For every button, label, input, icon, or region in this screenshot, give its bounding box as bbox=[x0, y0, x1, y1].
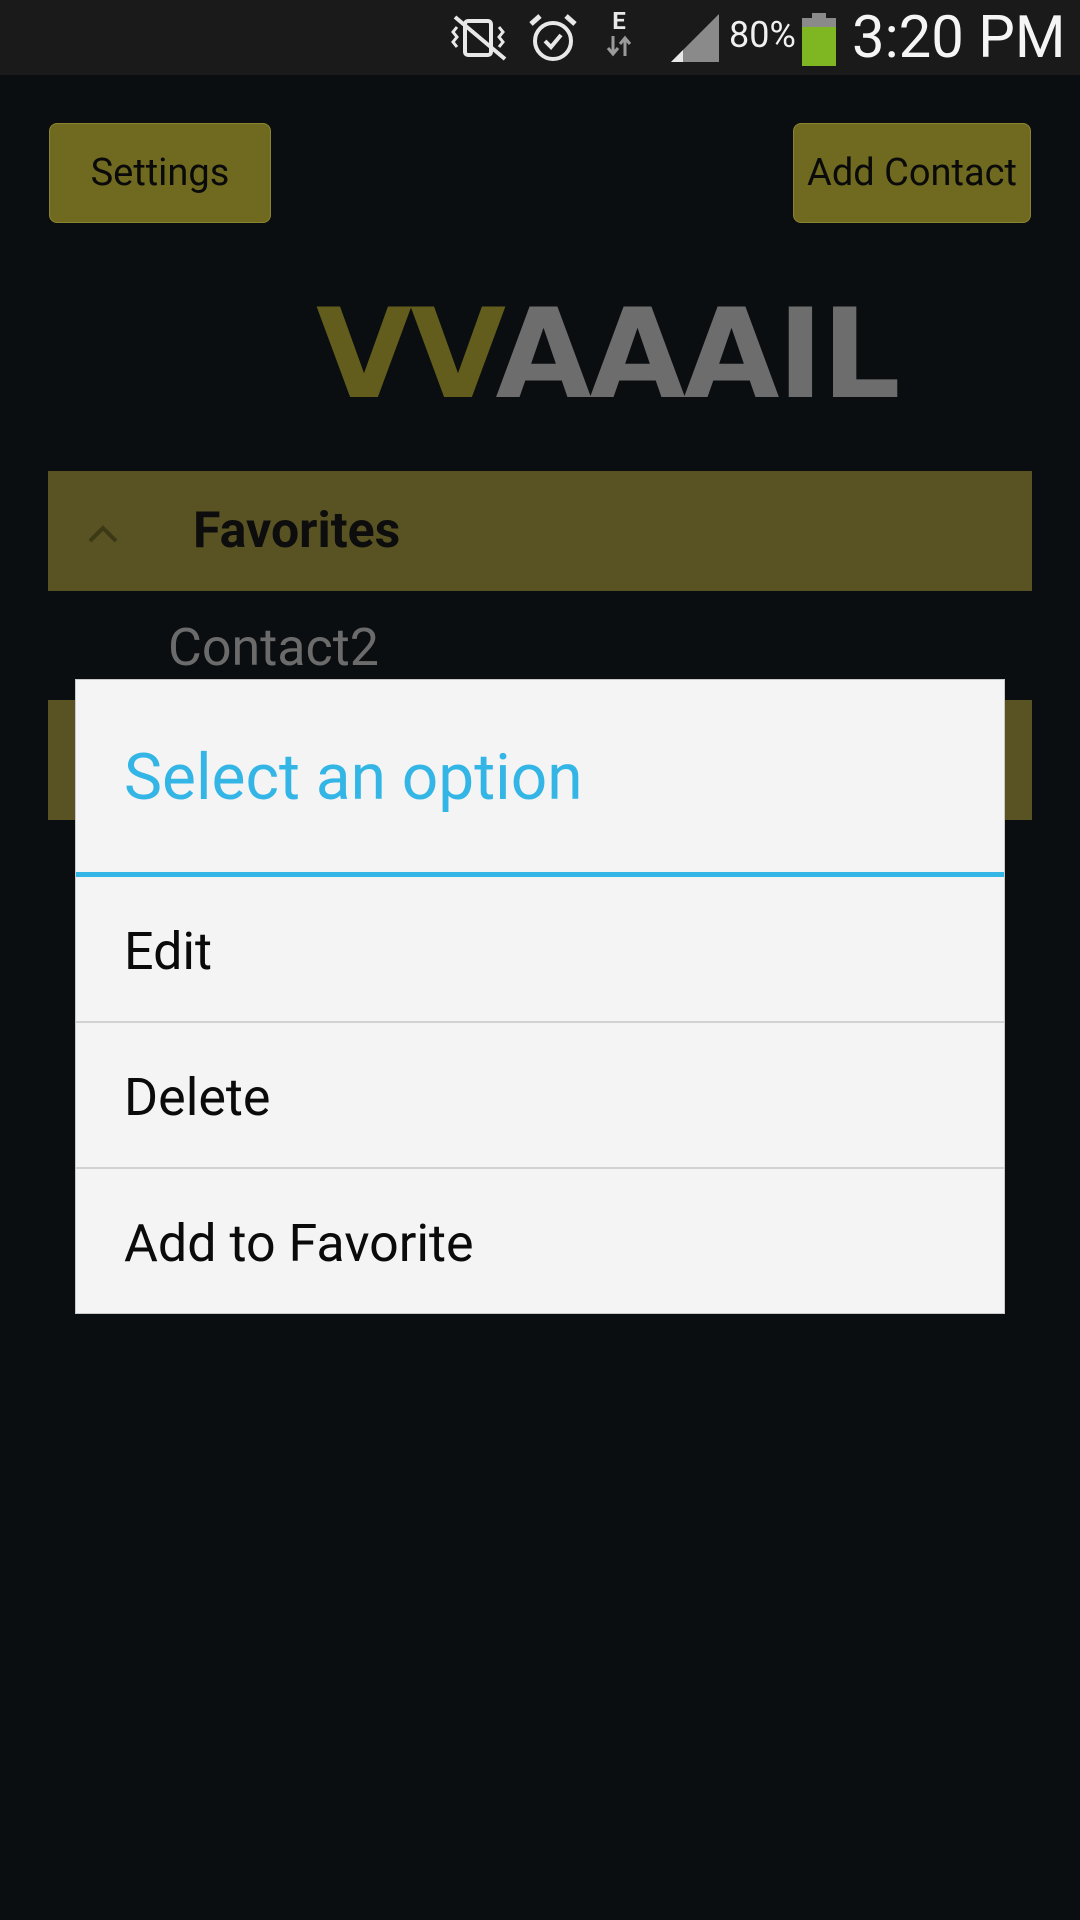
battery-percent: 80% bbox=[729, 14, 796, 56]
alarm-icon bbox=[527, 10, 579, 65]
signal-icon bbox=[669, 10, 721, 65]
network-type-label: E bbox=[612, 7, 626, 35]
settings-button[interactable]: Settings bbox=[49, 123, 271, 223]
option-delete[interactable]: Delete bbox=[76, 1023, 1004, 1169]
vibrate-off-icon bbox=[449, 10, 511, 65]
group-title: Favorites bbox=[193, 502, 401, 560]
clock-time: 3:20 PM bbox=[852, 4, 1066, 72]
logo-part-2: AAAIL bbox=[495, 283, 901, 427]
option-edit[interactable]: Edit bbox=[76, 877, 1004, 1023]
chevron-up-icon bbox=[86, 517, 120, 551]
option-edit-label: Edit bbox=[124, 921, 213, 982]
add-contact-button[interactable]: Add Contact bbox=[793, 123, 1031, 223]
dialog-title: Select an option bbox=[124, 740, 583, 815]
option-add-to-favorite[interactable]: Add to Favorite bbox=[76, 1169, 1004, 1315]
add-contact-button-label: Add Contact bbox=[807, 151, 1017, 195]
app-logo: VVAAAIL bbox=[316, 293, 901, 417]
contact-item[interactable]: Contact2 bbox=[168, 617, 379, 678]
logo-part-1: VV bbox=[316, 283, 498, 427]
option-add-to-favorite-label: Add to Favorite bbox=[124, 1213, 474, 1274]
options-dialog: Select an option Edit Delete Add to Favo… bbox=[75, 679, 1005, 1314]
status-bar: E 80% 3:20 PM bbox=[0, 0, 1080, 75]
battery-icon bbox=[800, 12, 838, 67]
option-delete-label: Delete bbox=[124, 1067, 271, 1128]
settings-button-label: Settings bbox=[90, 151, 230, 195]
data-arrows-icon: E bbox=[606, 8, 632, 63]
